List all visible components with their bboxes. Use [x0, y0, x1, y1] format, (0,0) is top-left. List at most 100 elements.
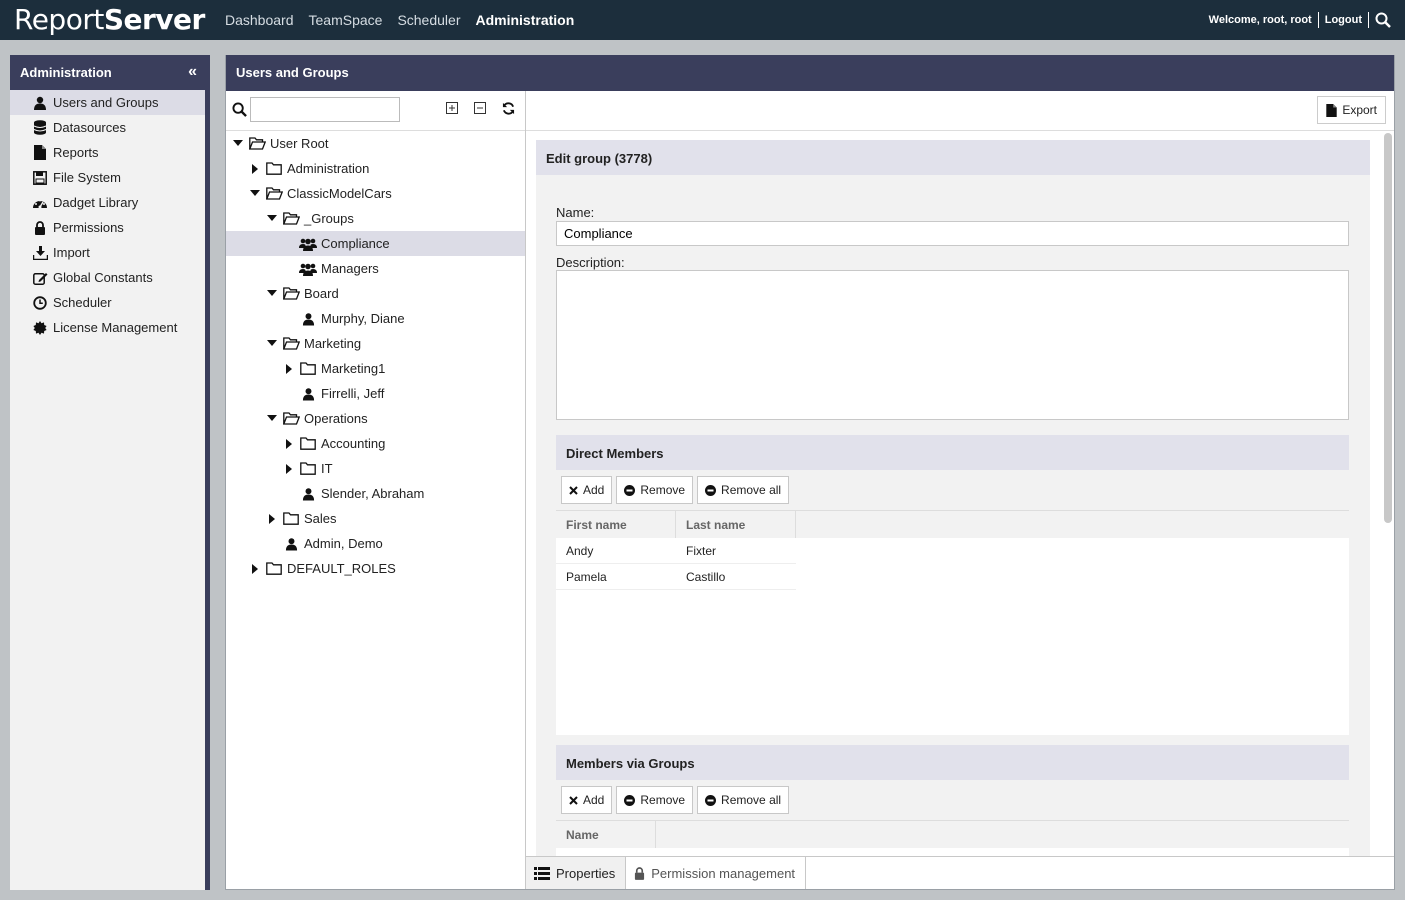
- admin-item-label: Scheduler: [53, 295, 112, 310]
- remove-all-members-button[interactable]: Remove all: [697, 476, 790, 504]
- description-label: Description:: [556, 255, 625, 270]
- admin-item-users-and-groups[interactable]: Users and Groups: [10, 90, 205, 115]
- bottom-tabs: Properties Permission management: [526, 856, 1394, 889]
- collapse-all-icon[interactable]: [474, 102, 488, 116]
- admin-item-global-constants[interactable]: Global Constants: [10, 265, 205, 290]
- add-group-member-button[interactable]: Add: [561, 786, 613, 814]
- search-icon: [232, 102, 247, 120]
- remove-member-button[interactable]: Remove: [616, 476, 694, 504]
- tree-item[interactable]: Board: [226, 281, 525, 306]
- description-input[interactable]: [556, 270, 1349, 420]
- file-icon: [32, 145, 48, 161]
- tree-item[interactable]: Managers: [226, 256, 525, 281]
- tree-item[interactable]: Marketing1: [226, 356, 525, 381]
- button-label: Remove all: [721, 793, 782, 807]
- nav-scheduler[interactable]: Scheduler: [397, 12, 460, 28]
- tree-item[interactable]: Administration: [226, 156, 525, 181]
- caret-right-icon[interactable]: [266, 513, 278, 525]
- caret-right-icon[interactable]: [283, 438, 295, 450]
- export-label: Export: [1342, 103, 1377, 117]
- column-last-name[interactable]: Last name: [676, 511, 796, 538]
- tree-item[interactable]: Admin, Demo: [226, 531, 525, 556]
- search-icon[interactable]: [1375, 12, 1391, 28]
- app-logo[interactable]: ReportServer: [14, 3, 205, 36]
- refresh-icon[interactable]: [502, 102, 516, 116]
- caret-right-icon[interactable]: [249, 163, 261, 175]
- admin-item-permissions[interactable]: Permissions: [10, 215, 205, 240]
- caret-right-icon[interactable]: [249, 563, 261, 575]
- tree-item[interactable]: ClassicModelCars: [226, 181, 525, 206]
- caret-down-icon[interactable]: [266, 413, 278, 425]
- cell-first-name: Pamela: [556, 564, 676, 590]
- tree-item[interactable]: Firrelli, Jeff: [226, 381, 525, 406]
- admin-item-label: License Management: [53, 320, 178, 335]
- nav-dashboard[interactable]: Dashboard: [225, 12, 294, 28]
- tree-item[interactable]: Slender, Abraham: [226, 481, 525, 506]
- admin-item-dadget-library[interactable]: Dadget Library: [10, 190, 205, 215]
- tree-item[interactable]: IT: [226, 456, 525, 481]
- tree-search-input[interactable]: [250, 97, 400, 122]
- tab-permission-management[interactable]: Permission management: [626, 857, 807, 889]
- collapse-icon[interactable]: «: [188, 63, 197, 81]
- admin-item-datasources[interactable]: Datasources: [10, 115, 205, 140]
- table-row[interactable]: Pamela Castillo: [556, 564, 1349, 590]
- caret-right-icon[interactable]: [283, 463, 295, 475]
- caret-down-icon[interactable]: [266, 338, 278, 350]
- admin-item-license-management[interactable]: License Management: [10, 315, 205, 340]
- column-name[interactable]: Name: [556, 821, 656, 848]
- group-icon: [299, 261, 317, 277]
- admin-item-label: Users and Groups: [53, 95, 159, 110]
- caret-right-icon[interactable]: [283, 363, 295, 375]
- tree-item[interactable]: Murphy, Diane: [226, 306, 525, 331]
- tree-item[interactable]: Sales: [226, 506, 525, 531]
- caret-down-icon[interactable]: [232, 138, 244, 150]
- nav-administration[interactable]: Administration: [475, 12, 574, 28]
- tree-item[interactable]: Operations: [226, 406, 525, 431]
- divider: [1317, 12, 1319, 28]
- tree-item[interactable]: User Root: [226, 131, 525, 156]
- table-row[interactable]: Andy Fixter: [556, 538, 1349, 564]
- tree-item-label: Operations: [304, 411, 368, 426]
- admin-item-reports[interactable]: Reports: [10, 140, 205, 165]
- tree-item[interactable]: Compliance: [226, 231, 525, 256]
- members-via-groups-grid: Name: [556, 820, 1349, 856]
- logout-link[interactable]: Logout: [1325, 14, 1362, 26]
- caret-down-icon[interactable]: [266, 213, 278, 225]
- name-input[interactable]: [556, 221, 1349, 246]
- group-icon: [299, 236, 317, 252]
- tab-properties[interactable]: Properties: [526, 857, 627, 889]
- tree-item[interactable]: _Groups: [226, 206, 525, 231]
- remove-group-member-button[interactable]: Remove: [616, 786, 694, 814]
- user-icon: [299, 311, 317, 327]
- folder-open-icon: [248, 136, 266, 152]
- tree-item[interactable]: DEFAULT_ROLES: [226, 556, 525, 581]
- main-nav: Dashboard TeamSpace Scheduler Administra…: [225, 12, 574, 28]
- admin-item-file-system[interactable]: File System: [10, 165, 205, 190]
- admin-item-import[interactable]: Import: [10, 240, 205, 265]
- tree-item-label: Slender, Abraham: [321, 486, 425, 501]
- download-icon: [32, 245, 48, 261]
- button-label: Remove: [640, 483, 686, 497]
- column-first-name[interactable]: First name: [556, 511, 676, 538]
- minus-circle-icon: [705, 794, 717, 806]
- caret-down-icon[interactable]: [249, 188, 261, 200]
- tree-item[interactable]: Marketing: [226, 331, 525, 356]
- nav-teamspace[interactable]: TeamSpace: [309, 12, 383, 28]
- scrollbar[interactable]: [1384, 133, 1392, 523]
- caret-down-icon[interactable]: [266, 288, 278, 300]
- detail-toolbar: Export: [526, 91, 1394, 131]
- admin-item-scheduler[interactable]: Scheduler: [10, 290, 205, 315]
- direct-members-toolbar: Add Remove Remove all: [561, 476, 790, 504]
- remove-all-group-members-button[interactable]: Remove all: [697, 786, 790, 814]
- export-button[interactable]: Export: [1317, 96, 1386, 124]
- user-icon: [299, 486, 317, 502]
- welcome-text: Welcome, root, root: [1208, 14, 1312, 26]
- tree-item[interactable]: Accounting: [226, 431, 525, 456]
- edit-group-form: Edit group (3778) Name: Description: Dir…: [536, 140, 1370, 856]
- add-member-button[interactable]: Add: [561, 476, 613, 504]
- folder-open-icon: [282, 211, 300, 227]
- tree-item-label: DEFAULT_ROLES: [287, 561, 396, 576]
- expand-all-icon[interactable]: [446, 102, 460, 116]
- cell-first-name: Andy: [556, 538, 676, 564]
